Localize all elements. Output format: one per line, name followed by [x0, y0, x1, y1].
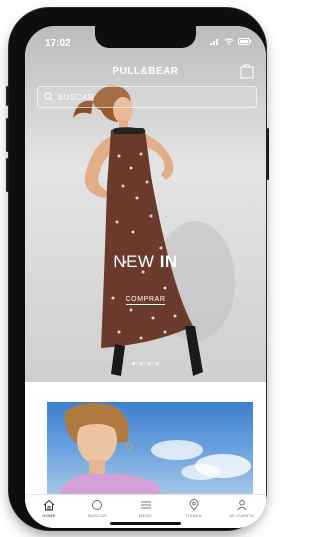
carousel-dots	[25, 362, 266, 365]
user-icon	[237, 500, 247, 511]
hero-banner[interactable]	[25, 26, 266, 382]
phone-frame: 17:02 PULL&BEAR BUSCAR NEW IN COMPRAR HO…	[6, 8, 269, 530]
location-icon	[189, 499, 199, 511]
promo-model-image	[57, 402, 251, 497]
signal-icon	[210, 39, 218, 45]
hero-title: NEW IN	[25, 252, 266, 272]
brand-logo[interactable]: PULL&BEAR	[25, 66, 266, 77]
app-screen: 17:02 PULL&BEAR BUSCAR NEW IN COMPRAR HO…	[25, 26, 266, 528]
wifi-icon	[224, 38, 234, 45]
notch	[95, 26, 196, 48]
hero-title-light: NEW	[113, 252, 160, 271]
status-icons	[210, 38, 252, 45]
volume-down-button	[6, 158, 9, 192]
shopping-bag-icon[interactable]	[240, 63, 254, 79]
tab-menu-label: MENÚ	[139, 513, 152, 518]
battery-icon	[238, 38, 252, 45]
tab-home-label: HOME	[42, 513, 56, 518]
menu-icon	[140, 501, 151, 509]
shop-now-label[interactable]: COMPRAR	[125, 296, 166, 305]
carousel-dot[interactable]	[156, 362, 159, 365]
hero-title-bold: IN	[159, 252, 178, 271]
hero-model-image	[73, 85, 235, 376]
tab-home[interactable]: HOME	[25, 495, 73, 528]
tab-account-label: MI CUENTA	[229, 513, 255, 518]
tab-search-label: BUSCAR	[88, 513, 107, 518]
promo-card[interactable]	[47, 402, 253, 497]
carousel-dot[interactable]	[140, 362, 143, 365]
status-time: 17:02	[45, 38, 71, 49]
tab-store-label: TIENDA	[185, 513, 202, 518]
volume-up-button	[6, 118, 9, 152]
tab-account[interactable]: MI CUENTA	[218, 495, 266, 528]
search-icon	[92, 500, 103, 510]
power-button	[266, 128, 269, 180]
search-bar[interactable]	[37, 86, 257, 108]
search-icon	[44, 92, 54, 102]
search-input[interactable]	[58, 92, 238, 102]
home-icon	[43, 499, 55, 511]
carousel-dot[interactable]	[132, 362, 135, 365]
shop-now-link[interactable]: COMPRAR	[25, 288, 266, 306]
carousel-dot[interactable]	[148, 362, 151, 365]
home-indicator[interactable]	[110, 522, 181, 525]
mute-switch	[6, 86, 9, 106]
